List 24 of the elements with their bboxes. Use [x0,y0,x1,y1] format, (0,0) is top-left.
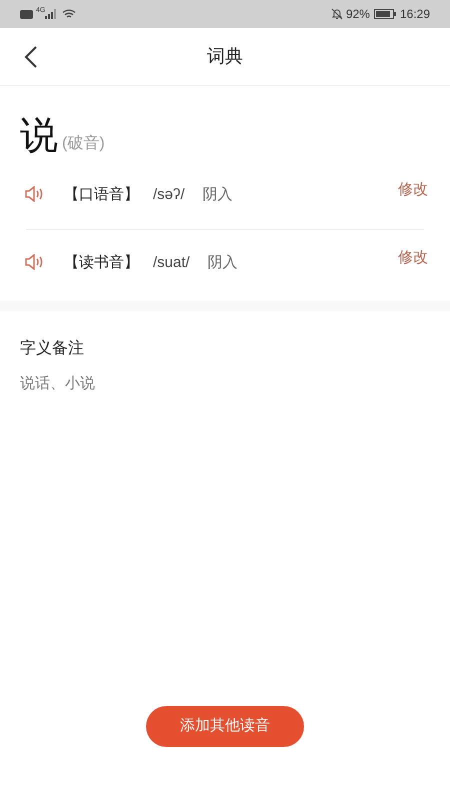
speaker-icon[interactable] [24,186,44,202]
hd-icon [20,10,33,18]
back-icon[interactable] [24,46,38,68]
battery-percent: 92% [346,6,370,23]
signal-icon [45,9,58,19]
edit-link[interactable]: 修改 [398,179,428,202]
edit-link[interactable]: 修改 [398,247,428,270]
ipa-text: /suat/ [153,253,190,273]
reading-label: 【口语音】 [64,185,139,205]
clock-text: 16:29 [400,6,430,23]
speaker-icon[interactable] [24,254,44,270]
meaning-text: 说话、小说 [20,374,96,394]
wifi-icon [62,9,76,19]
headword: 说 [20,114,58,159]
section-title: 字义备注 [20,338,85,359]
headword-note: (破音) [62,134,105,154]
battery-icon [374,9,396,19]
reading-label: 【读书音】 [64,253,139,273]
ipa-text: /səʔ/ [153,185,185,205]
bell-off-icon [330,8,343,20]
tone-text: 阴入 [202,185,233,205]
page-title: 词典 [207,45,243,68]
add-reading-button[interactable]: 添加其他读音 [146,706,304,747]
tone-text: 阴入 [208,253,238,273]
